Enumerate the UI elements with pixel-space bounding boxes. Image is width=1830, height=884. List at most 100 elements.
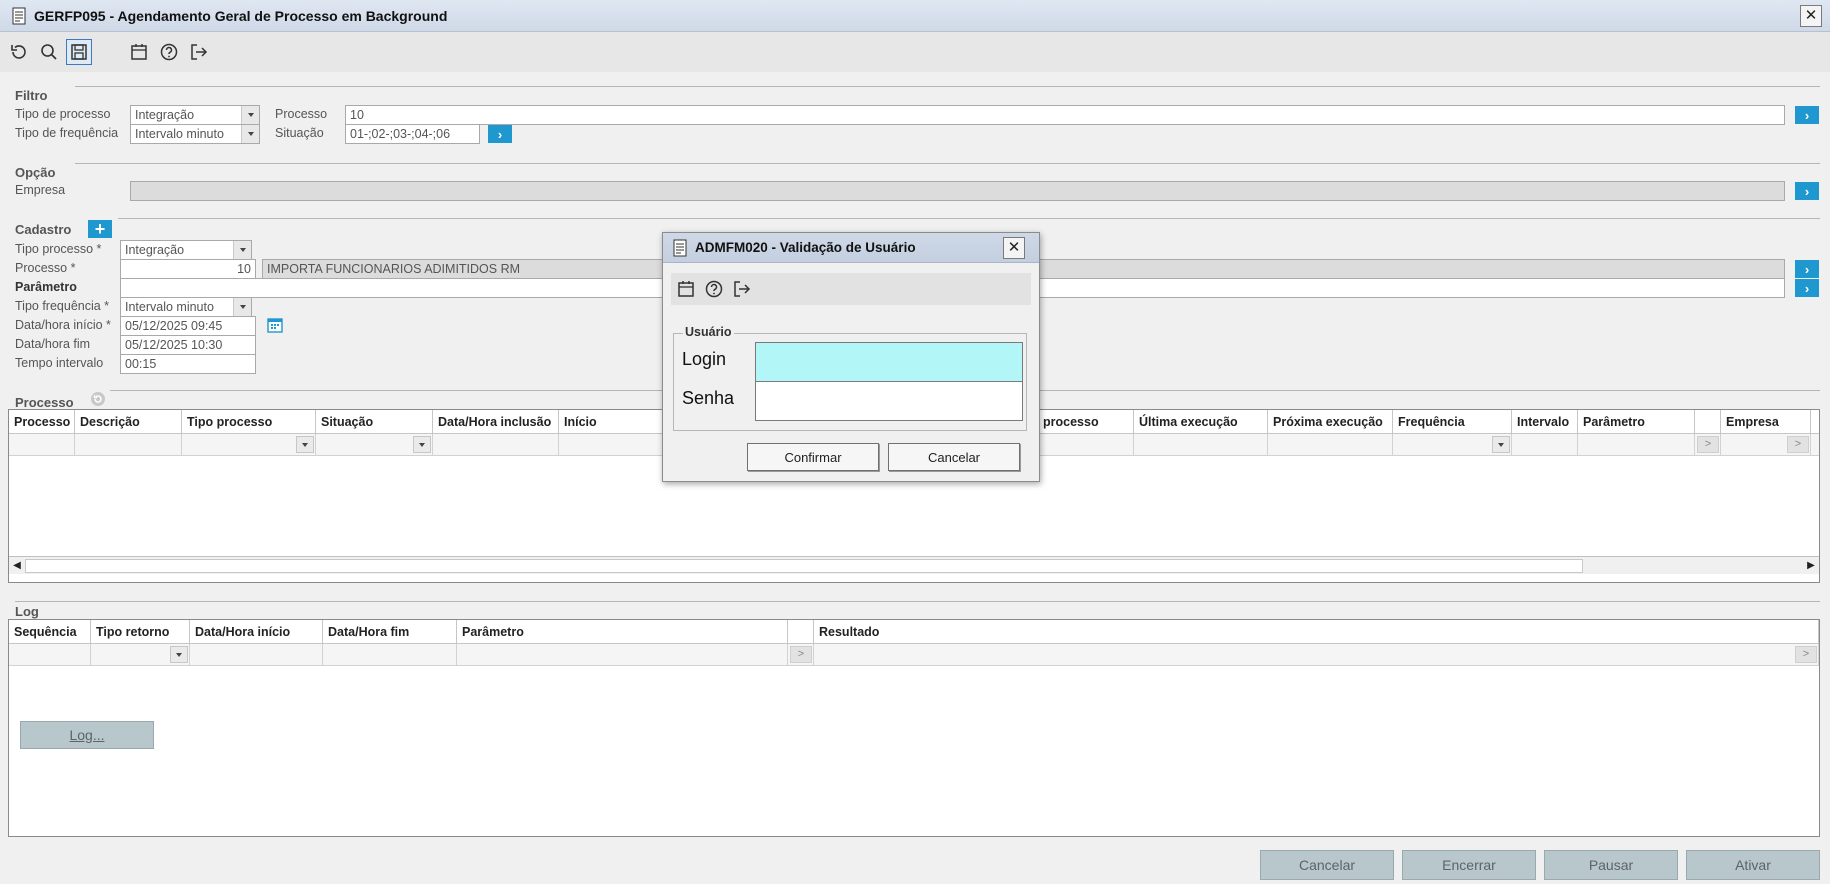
user-validation-dialog: ADMFM020 - Validação de Usuário ✕ Usuári… [662,232,1040,482]
col-log-parametro[interactable]: Parâmetro [457,620,788,643]
footer-pausar-button[interactable]: Pausar [1544,850,1678,880]
footer-cancelar-button[interactable]: Cancelar [1260,850,1394,880]
filter-descricao[interactable] [75,434,182,455]
col-proxima-execucao[interactable]: Próxima execução [1268,410,1393,433]
filter-resultado[interactable]: > [814,644,1819,665]
opcao-empresa-go-button[interactable]: › [1795,182,1819,200]
log-button[interactable]: Log... [20,721,154,749]
chevron-down-icon[interactable] [241,106,259,124]
filtro-situacao-go-button[interactable]: › [488,125,512,143]
filtro-processo-go-button[interactable]: › [1795,106,1819,124]
filter-log-parametro[interactable] [457,644,788,665]
col-intervalo[interactable]: Intervalo [1512,410,1578,433]
filter-tipo-retorno[interactable] [91,644,190,665]
col-frequencia[interactable]: Frequência [1393,410,1512,433]
filter-data-hora-inclusao[interactable] [433,434,559,455]
filter-intervalo[interactable] [1512,434,1578,455]
opcao-empresa-input[interactable] [130,181,1785,201]
filtro-processo-input[interactable]: 10 [345,105,1785,125]
chevron-down-icon[interactable] [413,436,431,453]
filter-log-parametro-expand[interactable]: > [788,644,814,665]
filter-empresa[interactable]: > [1721,434,1811,455]
filter-data-hora-inicio[interactable] [190,644,323,665]
confirmar-button[interactable]: Confirmar [747,443,879,471]
save-icon[interactable] [66,39,92,65]
refresh-icon[interactable] [6,39,32,65]
dialog-close-button[interactable]: ✕ [1003,237,1025,259]
cadastro-data-inicio-input[interactable]: 05/12/2025 09:45 [120,316,256,336]
chevron-right-icon[interactable]: > [1697,436,1719,453]
col-ultima-execucao[interactable]: Última execução [1134,410,1268,433]
footer-ativar-button[interactable]: Ativar [1686,850,1820,880]
senha-input[interactable] [755,381,1023,421]
scroll-thumb[interactable] [25,558,1583,573]
filter-situacao[interactable] [316,434,433,455]
col-data-hora-inicio[interactable]: Data/Hora início [190,620,323,643]
exit-icon[interactable] [186,39,212,65]
chevron-down-icon[interactable] [296,436,314,453]
col-data-hora-fim[interactable]: Data/Hora fim [323,620,457,643]
filter-tipo-processo[interactable] [182,434,316,455]
footer-encerrar-button[interactable]: Encerrar [1402,850,1536,880]
chevron-down-icon[interactable] [1492,436,1510,453]
cadastro-parametro-go-button[interactable]: › [1795,279,1819,297]
filtro-tipo-processo-select[interactable]: Integração [130,105,260,125]
cadastro-tipo-processo-value: Integração [125,243,185,257]
chevron-right-icon[interactable]: > [1795,646,1817,663]
filter-sequencia[interactable] [9,644,91,665]
login-input[interactable] [755,342,1023,382]
col-descricao[interactable]: Descrição [75,410,182,433]
calendar-icon[interactable] [673,276,699,302]
cadastro-processo-input[interactable]: 10 [120,259,256,279]
log-grid-filter-row: > > [9,644,1819,666]
col-resultado[interactable]: Resultado [814,620,1819,643]
cadastro-processo-go-button[interactable]: › [1795,260,1819,278]
filter-parametro[interactable] [1578,434,1695,455]
footer-cancelar-label: Cancelar [1298,857,1356,873]
col-processo-2[interactable]: processo [1038,410,1134,433]
chevron-down-icon[interactable] [233,241,251,259]
help-icon[interactable] [156,39,182,65]
processo-grid-hscroll[interactable]: ◀ ▶ [9,556,1819,574]
dialog-toolbar [671,273,1031,305]
chevron-down-icon[interactable] [170,646,188,663]
filtro-situacao-input[interactable]: 01-;02-;03-;04-;06 [345,124,480,144]
cadastro-tipo-frequencia-label: Tipo frequência * [15,299,110,313]
dialog-cancelar-button[interactable]: Cancelar [888,443,1020,471]
exit-icon[interactable] [729,276,755,302]
col-data-hora-inclusao[interactable]: Data/Hora inclusão [433,410,559,433]
cadastro-data-fim-input[interactable]: 05/12/2025 10:30 [120,335,256,355]
filter-processo[interactable] [9,434,75,455]
cadastro-add-button[interactable]: + [88,220,112,238]
scroll-left-icon[interactable]: ◀ [9,560,25,571]
filter-ultima-execucao[interactable] [1134,434,1268,455]
chevron-down-icon[interactable] [241,125,259,143]
filtro-tipo-frequencia-select[interactable]: Intervalo minuto [130,124,260,144]
scroll-right-icon[interactable]: ▶ [1803,560,1819,571]
window-title: GERFP095 - Agendamento Geral de Processo… [34,8,448,24]
filter-frequencia[interactable] [1393,434,1512,455]
filter-data-hora-fim[interactable] [323,644,457,665]
col-tipo-processo[interactable]: Tipo processo [182,410,316,433]
chevron-right-icon[interactable]: > [1787,436,1809,453]
calendar-icon[interactable] [126,39,152,65]
filter-parametro-expand[interactable]: > [1695,434,1721,455]
cadastro-tipo-frequencia-select[interactable]: Intervalo minuto [120,297,252,317]
refresh-grid-icon[interactable] [90,391,106,407]
help-icon[interactable] [701,276,727,302]
cadastro-tempo-input[interactable]: 00:15 [120,354,256,374]
search-icon[interactable] [36,39,62,65]
calendar-picker-icon[interactable] [266,316,284,334]
col-sequencia[interactable]: Sequência [9,620,91,643]
chevron-right-icon[interactable]: > [790,646,812,663]
col-tipo-retorno[interactable]: Tipo retorno [91,620,190,643]
cadastro-tipo-processo-select[interactable]: Integração [120,240,252,260]
col-situacao[interactable]: Situação [316,410,433,433]
window-close-button[interactable]: ✕ [1800,5,1822,27]
chevron-down-icon[interactable] [233,298,251,316]
col-parametro[interactable]: Parâmetro [1578,410,1695,433]
filter-processo-2[interactable] [1038,434,1134,455]
col-processo[interactable]: Processo [9,410,75,433]
col-empresa[interactable]: Empresa [1721,410,1811,433]
filter-proxima-execucao[interactable] [1268,434,1393,455]
